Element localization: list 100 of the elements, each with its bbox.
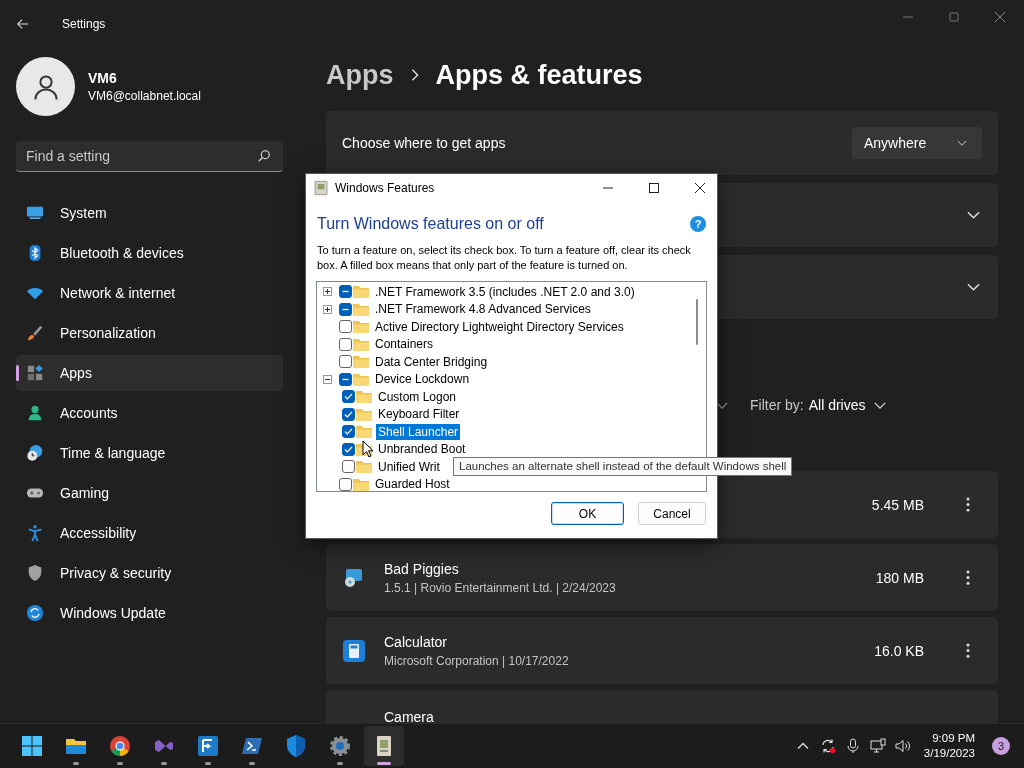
- nav-item[interactable]: Personalization: [16, 315, 283, 351]
- feature-item[interactable]: Keyboard Filter: [376, 406, 462, 423]
- page-title: Apps & features: [435, 59, 643, 91]
- speaker-icon[interactable]: [894, 738, 911, 754]
- dialog-heading: Turn Windows features on or off: [317, 215, 544, 233]
- nav-item[interactable]: Accessibility: [16, 515, 283, 551]
- feature-item[interactable]: Data Center Bridging: [373, 353, 490, 370]
- checkbox[interactable]: [342, 425, 355, 439]
- chevron-down-icon[interactable]: [874, 401, 887, 409]
- apps-grid-icon: [26, 364, 44, 382]
- search-field[interactable]: Find a setting: [16, 141, 283, 172]
- folder-icon: [353, 302, 369, 316]
- ok-button[interactable]: OK: [551, 502, 624, 525]
- app-size: 5.45 MB: [871, 496, 924, 513]
- nav-item[interactable]: Gaming: [16, 475, 283, 511]
- checkbox[interactable]: [339, 320, 352, 334]
- network-monitor-icon[interactable]: [869, 738, 886, 754]
- folder-icon: [353, 372, 369, 386]
- caret-icon: [957, 139, 967, 147]
- source-dropdown[interactable]: Anywhere: [852, 127, 982, 159]
- dialog-title: Windows Features: [335, 181, 435, 195]
- checkbox[interactable]: [339, 372, 352, 386]
- feature-item[interactable]: Guarded Host: [373, 476, 452, 491]
- checkbox[interactable]: [342, 442, 355, 456]
- search-icon: [257, 149, 271, 163]
- accessibility-icon: [26, 524, 44, 542]
- window-title: Settings: [62, 17, 106, 31]
- system-monitor-icon: [26, 204, 44, 222]
- microphone-icon[interactable]: [844, 738, 861, 754]
- nav-item[interactable]: Privacy & security: [16, 555, 283, 591]
- sync-icon[interactable]: [819, 738, 836, 754]
- account-name: VM6: [88, 70, 118, 86]
- feature-item[interactable]: Containers: [373, 336, 436, 353]
- app-details: Microsoft Corporation | 10/17/2022: [384, 653, 570, 668]
- nav-item[interactable]: System: [16, 195, 283, 231]
- checkbox[interactable]: [342, 407, 355, 421]
- filter-value[interactable]: All drives: [808, 397, 866, 413]
- checkbox[interactable]: [339, 477, 352, 491]
- nav-item[interactable]: Network & internet: [16, 275, 283, 311]
- app-size: 180 MB: [875, 569, 924, 586]
- checkbox[interactable]: [339, 302, 352, 316]
- taskbar-app[interactable]: [364, 726, 404, 766]
- app-name: Calculator: [384, 633, 449, 650]
- app-size: 16.0 KB: [874, 642, 924, 659]
- feature-item[interactable]: Device Lockdown: [373, 371, 472, 388]
- expand-toggle[interactable]: [323, 287, 332, 297]
- person-icon: [26, 404, 44, 422]
- arrow-app-icon: [196, 734, 220, 758]
- more-icon: [966, 643, 970, 658]
- dialog-description: To turn a feature on, select its check box. To turn a feature off, clear its check box. A filled box means that only part of the feature is turned on.: [306, 233, 717, 281]
- cancel-button[interactable]: Cancel: [638, 502, 706, 525]
- folder-icon: [356, 425, 372, 439]
- browser-icon: [108, 734, 132, 758]
- account-email: VM6@collabnet.local: [88, 89, 201, 103]
- feature-item[interactable]: .NET Framework 4.8 Advanced Services: [373, 301, 593, 318]
- nav-item[interactable]: Bluetooth & devices: [16, 235, 283, 271]
- folder-icon: [353, 355, 369, 369]
- feature-item[interactable]: Active Directory Lightweight Directory Services: [373, 318, 626, 335]
- brush-icon: [26, 324, 44, 342]
- clock-time[interactable]: 9:09 PM: [932, 731, 975, 746]
- feature-item[interactable]: .NET Framework 3.5 (includes .NET 2.0 and 3.0): [373, 283, 637, 300]
- feature-item[interactable]: Unified Writ: [376, 458, 442, 475]
- scroll-thumb[interactable]: [696, 299, 698, 345]
- checkbox[interactable]: [342, 460, 355, 474]
- checkbox[interactable]: [339, 337, 352, 351]
- gear-icon: [328, 734, 352, 758]
- folder-icon: [353, 477, 369, 491]
- sync-icon: [26, 604, 44, 622]
- expand-toggle[interactable]: [323, 374, 332, 384]
- document-icon: [313, 180, 329, 196]
- nav-item[interactable]: Apps: [16, 355, 283, 391]
- breadcrumb-link[interactable]: Apps: [326, 59, 394, 91]
- feature-item[interactable]: Shell Launcher: [376, 423, 461, 440]
- start-icon: [20, 734, 44, 758]
- folder-icon: [356, 460, 372, 474]
- feature-item[interactable]: Unbranded Boot: [376, 441, 468, 458]
- expand-toggle[interactable]: [323, 304, 332, 314]
- nav-item[interactable]: Time & language: [16, 435, 283, 471]
- feature-item[interactable]: Custom Logon: [376, 388, 459, 405]
- clock-date[interactable]: 3/19/2023: [923, 746, 975, 761]
- checkbox[interactable]: [342, 390, 355, 404]
- more-icon: [966, 497, 970, 512]
- checkbox[interactable]: [339, 285, 352, 299]
- shield-icon: [26, 564, 44, 582]
- folder-icon: [356, 390, 372, 404]
- notification-badge[interactable]: 3: [992, 737, 1010, 755]
- more-icon: [966, 570, 970, 585]
- mouse-cursor-icon: [362, 440, 374, 458]
- globe-clock-icon: [26, 444, 44, 462]
- expand-chevron-icon[interactable]: [967, 283, 980, 291]
- checkbox[interactable]: [339, 355, 352, 369]
- maximize-icon[interactable]: [649, 183, 659, 193]
- chevron-right-icon: [409, 68, 420, 82]
- nav-item[interactable]: Accounts: [16, 395, 283, 431]
- setting-label: Choose where to get apps: [342, 135, 506, 151]
- expand-chevron-icon[interactable]: [967, 211, 980, 219]
- close-icon[interactable]: [695, 183, 705, 193]
- app-name: Camera: [384, 709, 435, 724]
- back-arrow-icon[interactable]: [16, 17, 30, 31]
- nav-item[interactable]: Windows Update: [16, 595, 283, 631]
